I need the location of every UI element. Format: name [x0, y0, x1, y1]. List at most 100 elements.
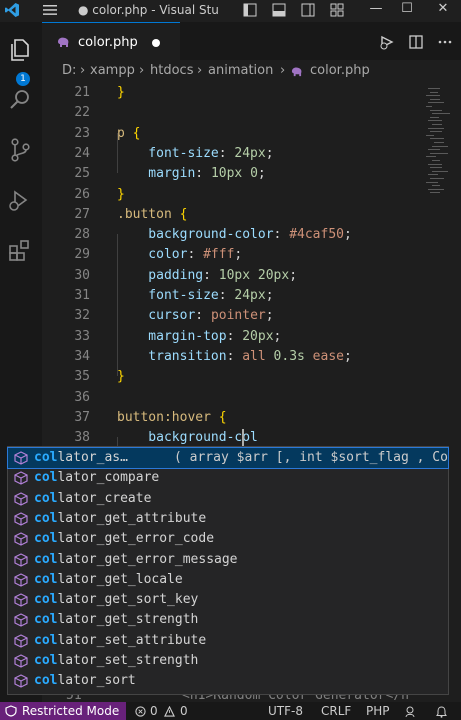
code-token: ; [344, 227, 352, 243]
minimap-line [426, 95, 440, 97]
explorer-badge: 1 [16, 72, 30, 86]
notifications-bell-icon[interactable] [435, 705, 448, 718]
suggestion-item[interactable]: collator_set_attribute [8, 631, 448, 651]
line-number: 34 [74, 348, 90, 364]
suggestion-rest: lator_get_error_code [57, 531, 215, 547]
line-number: 24 [74, 145, 90, 161]
code-line[interactable]: 28 background-color: #4caf50; [42, 225, 422, 245]
toggle-secondary-sidebar-icon[interactable] [301, 3, 315, 17]
suggestion-item[interactable]: collator_compare [8, 468, 448, 488]
code-line[interactable]: 26} [42, 185, 422, 205]
unsaved-dot-icon[interactable] [152, 39, 160, 47]
code-line[interactable]: 25 margin: 10px 0; [42, 164, 422, 184]
method-cube-icon [14, 512, 28, 526]
code-token: : [187, 247, 204, 263]
minimize-icon[interactable]: — [362, 1, 390, 21]
breadcrumb-animation[interactable]: animation [208, 63, 273, 78]
suggestion-item[interactable]: collator_sort [8, 671, 448, 691]
eol-indicator[interactable]: CRLF [321, 704, 351, 718]
code-line[interactable]: 24 font-size: 24px; [42, 144, 422, 164]
minimap-line [428, 188, 444, 190]
toggle-primary-sidebar-icon[interactable] [243, 3, 257, 17]
suggestion-match: col [34, 673, 58, 689]
minimap-line [428, 127, 444, 129]
more-actions-icon[interactable] [437, 34, 453, 50]
error-icon[interactable] [135, 706, 146, 717]
suggestion-item[interactable]: collator_create [8, 489, 448, 509]
code-token: } [117, 85, 125, 100]
text-cursor [242, 429, 245, 448]
error-count[interactable]: 0 [150, 704, 158, 718]
breadcrumb-htdocs[interactable]: htdocs [150, 63, 193, 78]
suggestion-item[interactable]: collator_get_error_code [8, 529, 448, 549]
code-line[interactable]: 21} [42, 83, 422, 103]
split-editor-icon[interactable] [408, 34, 424, 50]
suggestion-item[interactable]: collator_set_strength [8, 651, 448, 671]
language-mode[interactable]: PHP [366, 704, 390, 718]
customize-layout-icon[interactable] [330, 3, 344, 17]
code-token: background-col [117, 430, 258, 446]
breadcrumb-separator: › [80, 63, 86, 78]
suggestion-item[interactable]: collator_get_locale [8, 570, 448, 590]
suggestion-label: collator_set_attribute [34, 631, 206, 651]
code-token: : [218, 288, 235, 303]
minimap-line [430, 152, 448, 154]
code-line[interactable]: 22 [42, 103, 422, 123]
suggestion-item[interactable]: collator_get_attribute [8, 509, 448, 529]
hamburger-menu-icon[interactable] [42, 3, 58, 17]
minimap-line [434, 142, 444, 143]
minimap-line [430, 98, 440, 100]
minimap-line [430, 178, 444, 179]
code-line[interactable]: 35} [42, 367, 422, 387]
code-line[interactable]: 32 cursor: pointer; [42, 306, 422, 326]
suggestion-widget[interactable]: collator_as…( array $arr [, int $sort_fl… [7, 446, 449, 695]
suggestion-label: collator_get_attribute [34, 509, 206, 529]
code-line[interactable]: 37 button:hover { [42, 408, 422, 428]
suggestion-item[interactable]: collator_get_strength [8, 610, 448, 630]
code-line[interactable]: 34 transition: all 0.3s ease; [42, 347, 422, 367]
line-number: 29 [74, 247, 90, 263]
maximize-icon[interactable]: ☐ [393, 1, 421, 21]
suggestion-match: col [34, 612, 58, 628]
code-line[interactable]: 27 .button { [42, 205, 422, 225]
code-token: ease [304, 348, 344, 364]
feedback-icon[interactable] [405, 705, 418, 718]
warning-icon[interactable] [164, 706, 175, 717]
line-number: 37 [74, 409, 90, 425]
suggestion-rest: lator_sort [57, 673, 136, 689]
code-token: : [195, 166, 211, 182]
breadcrumb-xampp[interactable]: xampp [90, 63, 135, 78]
source-control-icon[interactable] [6, 136, 34, 164]
open-preview-icon[interactable] [379, 34, 395, 50]
minimap-line [432, 185, 440, 187]
code-line[interactable]: 29 color: #fff; [42, 245, 422, 265]
search-icon[interactable] [6, 86, 34, 114]
code-line[interactable]: 30 padding: 10px 20px; [42, 266, 422, 286]
tab-color-php[interactable]: color.php [42, 22, 180, 61]
run-and-debug-icon[interactable] [6, 186, 34, 214]
encoding-indicator[interactable]: UTF-8 [268, 704, 303, 718]
suggestion-item[interactable]: collator_get_error_message [8, 550, 448, 570]
close-window-icon[interactable]: ✕ [429, 1, 457, 21]
code-token: ; [234, 247, 243, 263]
warning-count[interactable]: 0 [180, 704, 188, 718]
suggestion-rest: lator_create [57, 490, 152, 506]
restricted-mode-indicator[interactable]: Restricted Mode [0, 702, 126, 720]
toggle-panel-icon[interactable] [272, 3, 286, 17]
breadcrumb-file[interactable]: color.php [310, 63, 370, 78]
explorer-icon[interactable] [6, 36, 34, 64]
breadcrumb-drive[interactable]: D: [62, 63, 76, 78]
method-cube-icon [14, 593, 28, 607]
code-line[interactable]: 23 p { [42, 124, 422, 144]
extensions-icon[interactable] [6, 236, 34, 264]
code-line[interactable]: 33 margin-top: 20px; [42, 327, 422, 347]
code-line[interactable]: 31 font-size: 24px; [42, 286, 422, 306]
code-line[interactable]: 36 [42, 388, 422, 408]
code-token: font-size [117, 288, 219, 303]
editor-tab-bar: color.php [42, 22, 461, 61]
suggestion-item[interactable]: collator_get_sort_key [8, 590, 448, 610]
suggestion-item[interactable]: collator_as… ( array $arr [, int $sort_fl… [7, 446, 449, 470]
code-token: p [117, 125, 125, 141]
line-number: 36 [74, 389, 90, 405]
